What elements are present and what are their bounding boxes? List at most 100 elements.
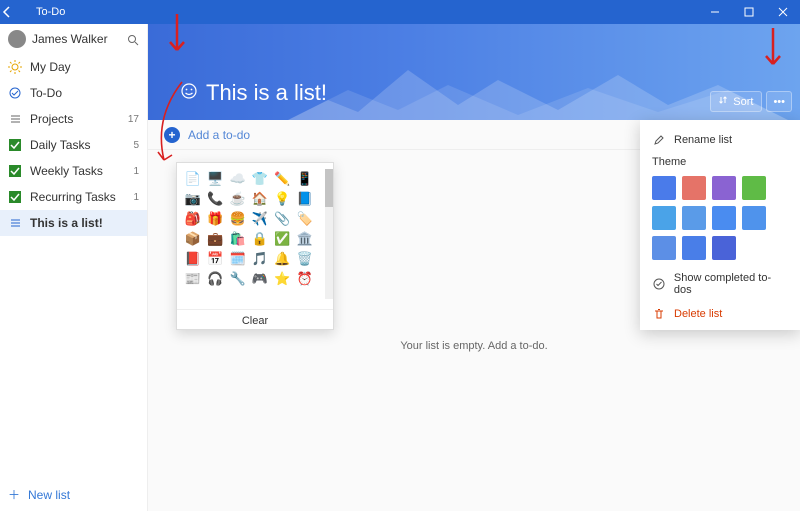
theme-swatches: [640, 172, 800, 266]
emoji-option[interactable]: ☁️: [228, 169, 248, 189]
search-icon[interactable]: [127, 33, 139, 45]
emoji-option[interactable]: 🎁: [205, 209, 225, 229]
emoji-option[interactable]: 📷: [183, 189, 203, 209]
emoji-option[interactable]: 🔒: [250, 229, 270, 249]
theme-swatch[interactable]: [652, 176, 676, 200]
emoji-option[interactable]: 🛍️: [228, 229, 248, 249]
checkbox-icon: [8, 138, 22, 152]
emoji-option[interactable]: 📎: [272, 209, 292, 229]
sidebar-item-todo[interactable]: To-Do: [0, 80, 147, 106]
title-bar: To-Do: [0, 0, 800, 24]
theme-swatch[interactable]: [712, 206, 736, 230]
theme-swatch[interactable]: [682, 206, 706, 230]
emoji-option[interactable]: 💡: [272, 189, 292, 209]
sidebar-item-label: Projects: [30, 112, 120, 126]
avatar: [8, 30, 26, 48]
emoji-option[interactable]: 📰: [183, 269, 203, 289]
emoji-option[interactable]: 🍔: [228, 209, 248, 229]
annotation-arrow: [162, 14, 192, 64]
emoji-option[interactable]: 📦: [183, 229, 203, 249]
emoji-option[interactable]: ⏰: [295, 269, 315, 289]
theme-swatch[interactable]: [682, 176, 706, 200]
emoji-option[interactable]: 🏷️: [295, 209, 315, 229]
theme-swatch[interactable]: [742, 176, 766, 200]
sidebar-item-count: 1: [133, 166, 139, 177]
sidebar-item-count: 1: [133, 192, 139, 203]
emoji-option[interactable]: 🎮: [250, 269, 270, 289]
emoji-option[interactable]: ⭐: [272, 269, 292, 289]
back-button[interactable]: [0, 5, 32, 19]
theme-swatch[interactable]: [652, 206, 676, 230]
new-list-button[interactable]: ＋ New list: [0, 478, 147, 511]
theme-swatch[interactable]: [712, 236, 736, 260]
annotation-arrow: [758, 28, 788, 78]
emoji-option[interactable]: 📱: [295, 169, 315, 189]
emoji-option[interactable]: 📄: [183, 169, 203, 189]
emoji-option[interactable]: 💼: [205, 229, 225, 249]
window-maximize-button[interactable]: [732, 0, 766, 24]
more-button[interactable]: •••: [766, 91, 792, 112]
emoji-grid: 📄 🖥️ ☁️ 👕 ✏️ 📱 📷 📞 ☕ 🏠 💡 📘 🎒 🎁: [177, 163, 333, 309]
pencil-icon: [652, 134, 666, 146]
emoji-option[interactable]: 🎧: [205, 269, 225, 289]
sidebar-item-my-day[interactable]: My Day: [0, 54, 147, 80]
list-context-menu: Rename list Theme Show completed to-dos …: [640, 120, 800, 330]
emoji-option[interactable]: 📅: [205, 249, 225, 269]
sidebar-item-daily-tasks[interactable]: Daily Tasks 5: [0, 132, 147, 158]
sidebar-item-label: To-Do: [30, 86, 131, 100]
emoji-option[interactable]: 🎒: [183, 209, 203, 229]
emoji-option[interactable]: 🎵: [250, 249, 270, 269]
emoji-option[interactable]: 🗓️: [228, 249, 248, 269]
emoji-option[interactable]: 👕: [250, 169, 270, 189]
emoji-option[interactable]: ☕: [228, 189, 248, 209]
sort-button[interactable]: Sort: [710, 91, 762, 112]
sidebar-item-label: Recurring Tasks: [30, 190, 125, 204]
sidebar-item-label: Weekly Tasks: [30, 164, 125, 178]
theme-label: Theme: [640, 152, 800, 172]
plus-icon: ＋: [8, 486, 20, 503]
add-todo-placeholder: Add a to-do: [188, 128, 250, 142]
emoji-option[interactable]: 🗑️: [295, 249, 315, 269]
emoji-option[interactable]: 🖥️: [205, 169, 225, 189]
scroll-thumb[interactable]: [325, 169, 333, 207]
theme-swatch[interactable]: [682, 236, 706, 260]
emoji-clear-button[interactable]: Clear: [177, 309, 333, 331]
emoji-option[interactable]: 📕: [183, 249, 203, 269]
theme-swatch[interactable]: [712, 176, 736, 200]
main-pane: This is a list! Sort ••• + Add a to-do Y…: [148, 24, 800, 511]
emoji-scrollbar[interactable]: [325, 169, 333, 299]
emoji-option[interactable]: 🏛️: [295, 229, 315, 249]
emoji-option[interactable]: 📘: [295, 189, 315, 209]
profile-row[interactable]: James Walker: [0, 24, 147, 54]
sidebar-list: My Day To-Do Projects 17: [0, 54, 147, 478]
emoji-option[interactable]: 🏠: [250, 189, 270, 209]
theme-swatch[interactable]: [652, 236, 676, 260]
list-title-row[interactable]: This is a list!: [180, 80, 327, 106]
empty-message: Your list is empty. Add a to-do.: [400, 340, 547, 352]
emoji-option[interactable]: ✅: [272, 229, 292, 249]
list-title: This is a list!: [206, 80, 327, 106]
emoji-option[interactable]: 🔔: [272, 249, 292, 269]
window-minimize-button[interactable]: [698, 0, 732, 24]
rename-list-item[interactable]: Rename list: [640, 128, 800, 152]
emoji-option[interactable]: ✏️: [272, 169, 292, 189]
emoji-picker: 📄 🖥️ ☁️ 👕 ✏️ 📱 📷 📞 ☕ 🏠 💡 📘 🎒 🎁: [176, 162, 334, 330]
sidebar-item-projects[interactable]: Projects 17: [0, 106, 147, 132]
emoji-option[interactable]: 🔧: [228, 269, 248, 289]
sun-icon: [8, 60, 22, 74]
sidebar-item-label: My Day: [30, 60, 131, 74]
delete-list-label: Delete list: [674, 308, 722, 320]
checkbox-icon: [8, 190, 22, 204]
sidebar-item-this-is-a-list[interactable]: This is a list!: [0, 210, 147, 236]
emoji-option[interactable]: 📞: [205, 189, 225, 209]
theme-swatch[interactable]: [742, 206, 766, 230]
check-circle-icon: [652, 278, 666, 290]
sidebar-item-recurring-tasks[interactable]: Recurring Tasks 1: [0, 184, 147, 210]
sidebar-item-label: This is a list!: [30, 216, 131, 230]
emoji-option[interactable]: ✈️: [250, 209, 270, 229]
delete-list-item[interactable]: Delete list: [640, 302, 800, 326]
list-header: This is a list! Sort •••: [148, 24, 800, 120]
window-close-button[interactable]: [766, 0, 800, 24]
sidebar-item-weekly-tasks[interactable]: Weekly Tasks 1: [0, 158, 147, 184]
show-completed-item[interactable]: Show completed to-dos: [640, 266, 800, 302]
